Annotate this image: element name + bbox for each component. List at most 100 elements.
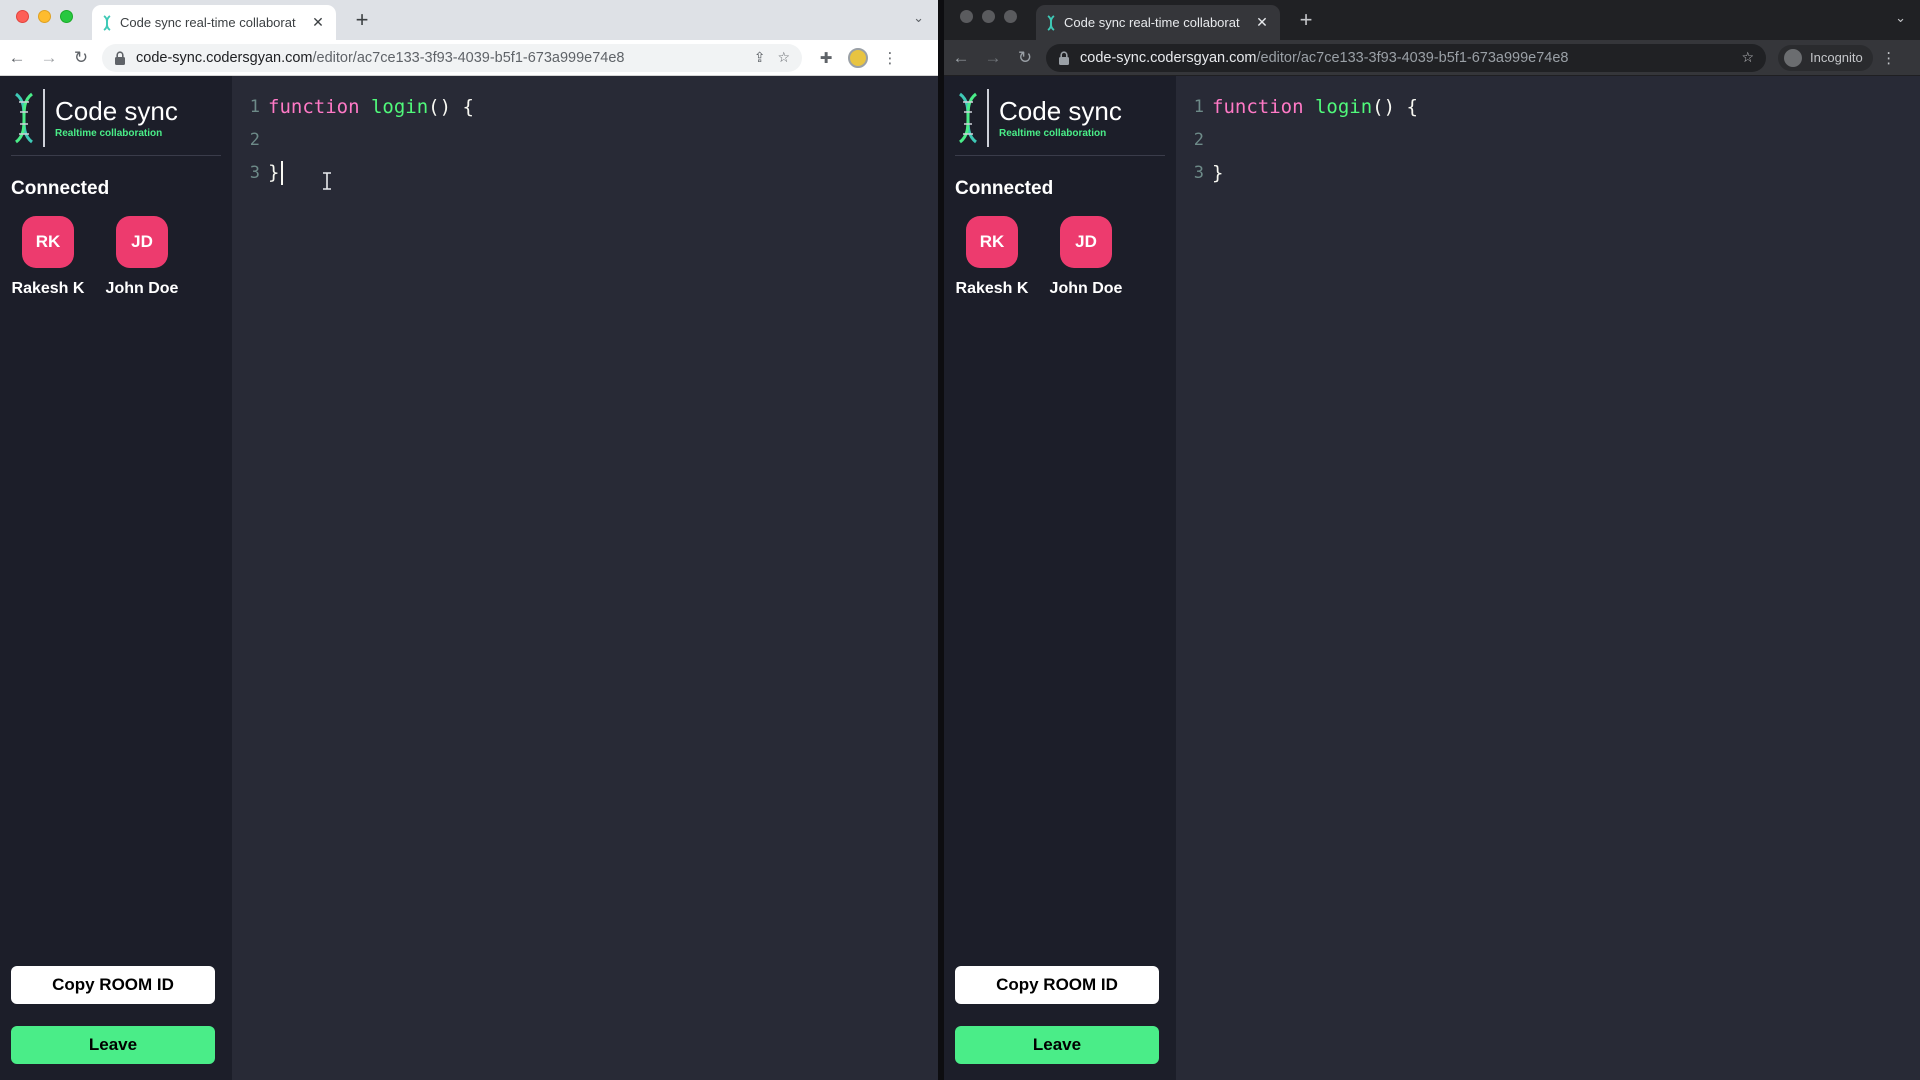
client-item: RK Rakesh K xyxy=(955,216,1029,298)
url-host: code-sync.codersgyan.com xyxy=(136,49,313,66)
code-sync-favicon-icon xyxy=(1047,14,1055,31)
avatar: RK xyxy=(966,216,1018,268)
chevron-down-icon[interactable]: ⌄ xyxy=(913,10,924,26)
function-name-token: login xyxy=(1314,95,1373,118)
forward-arrow-icon[interactable]: → xyxy=(978,44,1008,72)
url-path: /editor/ac7ce133-3f93-4039-b5f1-673a999e… xyxy=(1256,49,1569,66)
back-arrow-icon[interactable]: ← xyxy=(946,44,976,72)
code-lines: 1 function login() { 2 3 } xyxy=(232,76,938,189)
sidebar: Code sync Realtime collaboration Connect… xyxy=(944,76,1176,1080)
browser-window-right: Code sync real-time collaborat ✕ + ⌄ ← →… xyxy=(944,0,1920,1080)
browser-window-left: Code sync real-time collaborat ✕ + ⌄ ← →… xyxy=(0,0,938,1080)
kebab-icon[interactable]: ⋮ xyxy=(1873,44,1905,72)
logo: Code sync Realtime collaboration xyxy=(955,80,1165,156)
browser-tab[interactable]: Code sync real-time collaborat ✕ xyxy=(1036,5,1280,40)
logo-title: Code sync xyxy=(55,96,178,126)
code-editor[interactable]: 1 function login() { 2 3 } xyxy=(1176,76,1920,1080)
function-name-token: login xyxy=(370,95,429,118)
close-icon[interactable]: ✕ xyxy=(310,14,326,31)
code-line: 2 xyxy=(232,123,938,156)
chevron-down-icon[interactable]: ⌄ xyxy=(1895,10,1906,26)
leave-button[interactable]: Leave xyxy=(11,1026,215,1064)
leave-button[interactable]: Leave xyxy=(955,1026,1159,1064)
forward-arrow-icon[interactable]: → xyxy=(34,44,64,72)
code-line: 1 function login() { xyxy=(1176,90,1920,123)
tab-strip: Code sync real-time collaborat ✕ + ⌄ xyxy=(0,0,938,40)
line-content: } xyxy=(1204,162,1223,184)
closing-brace-token: } xyxy=(268,161,280,183)
client-item: RK Rakesh K xyxy=(11,216,85,298)
line-number: 2 xyxy=(1193,129,1204,150)
logo-subtitle: Realtime collaboration xyxy=(55,128,163,139)
sidebar: Code sync Realtime collaboration Connect… xyxy=(0,76,232,1080)
keyword-token: function xyxy=(268,95,360,118)
incognito-icon xyxy=(1784,48,1802,67)
incognito-label: Incognito xyxy=(1810,50,1863,65)
copy-room-id-button[interactable]: Copy ROOM ID xyxy=(11,966,215,1004)
code-sync-app: Code sync Realtime collaboration Connect… xyxy=(0,76,938,1080)
maximize-window-button[interactable] xyxy=(60,10,73,23)
url-host: code-sync.codersgyan.com xyxy=(1080,49,1257,66)
avatar: RK xyxy=(22,216,74,268)
avatar: JD xyxy=(1060,216,1112,268)
text-caret xyxy=(281,160,284,185)
star-icon[interactable]: ☆ xyxy=(1741,49,1754,66)
client-item: JD John Doe xyxy=(105,216,179,298)
kebab-icon[interactable]: ⋮ xyxy=(874,44,906,72)
ibeam-cursor-icon xyxy=(323,172,331,190)
client-name: John Doe xyxy=(1049,280,1123,297)
star-icon[interactable]: ☆ xyxy=(777,49,790,66)
client-name: Rakesh K xyxy=(11,280,85,297)
line-number: 2 xyxy=(249,129,260,150)
client-name: Rakesh K xyxy=(955,280,1029,297)
browser-toolbar: ← → ↻ code-sync.codersgyan.com/editor/ac… xyxy=(0,40,938,76)
line-content: function login() { xyxy=(260,96,474,118)
tab-title: Code sync real-time collaborat xyxy=(1064,15,1240,30)
reload-icon[interactable]: ↻ xyxy=(66,44,96,72)
new-tab-button[interactable]: + xyxy=(350,7,374,33)
code-line: 1 function login() { xyxy=(232,90,938,123)
logo-separator xyxy=(987,88,989,147)
back-arrow-icon[interactable]: ← xyxy=(2,44,32,72)
minimize-window-button[interactable] xyxy=(38,10,51,23)
incognito-indicator[interactable]: Incognito xyxy=(1778,44,1873,71)
logo-title: Code sync xyxy=(999,96,1122,126)
puzzle-icon[interactable]: ✚ xyxy=(810,44,842,72)
maximize-window-button[interactable] xyxy=(1004,10,1017,23)
new-tab-button[interactable]: + xyxy=(1294,7,1318,33)
extension-icon[interactable] xyxy=(842,44,874,72)
window-controls xyxy=(16,10,73,23)
code-editor[interactable]: 1 function login() { 2 3 } xyxy=(232,76,938,1080)
share-icon[interactable]: ⇪ xyxy=(754,49,766,66)
tab-strip: Code sync real-time collaborat ✕ + ⌄ xyxy=(944,0,1920,40)
close-window-button[interactable] xyxy=(16,10,29,23)
dna-logo-icon xyxy=(958,92,978,143)
punctuation-token: () { xyxy=(428,95,474,118)
lock-icon xyxy=(115,50,125,65)
line-number: 3 xyxy=(1193,162,1204,183)
client-name: John Doe xyxy=(105,280,179,297)
url-path: /editor/ac7ce133-3f93-4039-b5f1-673a999e… xyxy=(312,49,625,66)
copy-room-id-button[interactable]: Copy ROOM ID xyxy=(955,966,1159,1004)
code-sync-favicon-icon xyxy=(103,14,111,31)
address-bar[interactable]: code-sync.codersgyan.com/editor/ac7ce133… xyxy=(102,43,802,72)
logo-subtitle: Realtime collaboration xyxy=(999,128,1107,139)
code-sync-app: Code sync Realtime collaboration Connect… xyxy=(944,76,1920,1080)
code-lines: 1 function login() { 2 3 } xyxy=(1176,76,1920,189)
close-window-button[interactable] xyxy=(960,10,973,23)
close-icon[interactable]: ✕ xyxy=(1254,14,1270,31)
line-number: 1 xyxy=(249,96,260,117)
code-line: 2 xyxy=(1176,123,1920,156)
url-text: code-sync.codersgyan.com/editor/ac7ce133… xyxy=(136,50,742,66)
reload-icon[interactable]: ↻ xyxy=(1010,44,1040,72)
browser-tab[interactable]: Code sync real-time collaborat ✕ xyxy=(92,5,336,40)
window-controls xyxy=(960,10,1017,23)
connected-heading: Connected xyxy=(955,178,1054,199)
tab-title: Code sync real-time collaborat xyxy=(120,15,296,30)
address-bar[interactable]: code-sync.codersgyan.com/editor/ac7ce133… xyxy=(1046,43,1766,72)
client-item: JD John Doe xyxy=(1049,216,1123,298)
line-number: 3 xyxy=(249,162,260,183)
minimize-window-button[interactable] xyxy=(982,10,995,23)
browser-toolbar: ← → ↻ code-sync.codersgyan.com/editor/ac… xyxy=(944,40,1920,76)
logo-text: Code sync Realtime collaboration xyxy=(55,96,178,139)
